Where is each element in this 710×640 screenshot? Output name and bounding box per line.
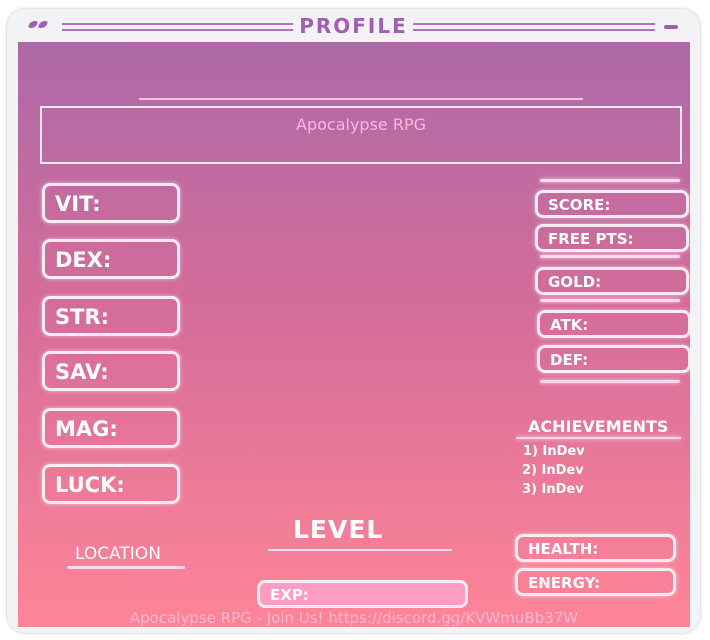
side-divider: [540, 179, 680, 182]
side-divider: [540, 255, 680, 258]
stat-health: HEALTH:: [515, 534, 676, 562]
stat-def: DEF:: [537, 345, 691, 373]
stat-dex: DEX:: [42, 239, 180, 279]
header-line: [139, 98, 583, 100]
stat-atk: ATK:: [537, 310, 691, 338]
stat-vit: VIT:: [42, 183, 180, 223]
profile-content: Apocalypse RPG VIT: DEX: STR: SAV: MAG: …: [18, 42, 691, 627]
exp-bar: EXP:: [257, 580, 468, 608]
stat-mag: MAG:: [42, 408, 180, 448]
level-underline: [268, 549, 452, 551]
game-name: Apocalypse RPG: [296, 115, 426, 134]
stat-score: SCORE:: [535, 190, 689, 218]
stat-str: STR:: [42, 296, 180, 336]
title-decoration-right: [413, 23, 655, 31]
footer-link-text: Apocalypse RPG - Join Us! https://discor…: [129, 609, 579, 627]
location-label: LOCATION: [75, 544, 161, 564]
stat-luck: LUCK:: [42, 464, 180, 504]
level-label: LEVEL: [293, 515, 384, 544]
stat-sav: SAV:: [42, 351, 180, 391]
achievement-item: 1) InDev: [523, 444, 585, 459]
title-bar: PROFILE: [7, 9, 700, 41]
side-divider: [540, 299, 680, 302]
side-divider: [540, 380, 680, 383]
stat-gold: GOLD:: [535, 267, 689, 295]
achievements-title: ACHIEVEMENTS: [528, 417, 669, 436]
achievement-item: 2) InDev: [522, 463, 584, 478]
profile-window: PROFILE Apocalypse RPG VIT: DEX: STR: SA…: [7, 9, 700, 633]
game-name-box: Apocalypse RPG: [40, 106, 682, 164]
stat-free-pts: FREE PTS:: [535, 224, 689, 252]
stat-energy: ENERGY:: [515, 568, 676, 596]
minimize-icon[interactable]: [664, 25, 678, 29]
location-underline: [67, 566, 185, 569]
achievement-item: 3) InDev: [522, 482, 584, 497]
achievements-underline: [516, 437, 681, 439]
